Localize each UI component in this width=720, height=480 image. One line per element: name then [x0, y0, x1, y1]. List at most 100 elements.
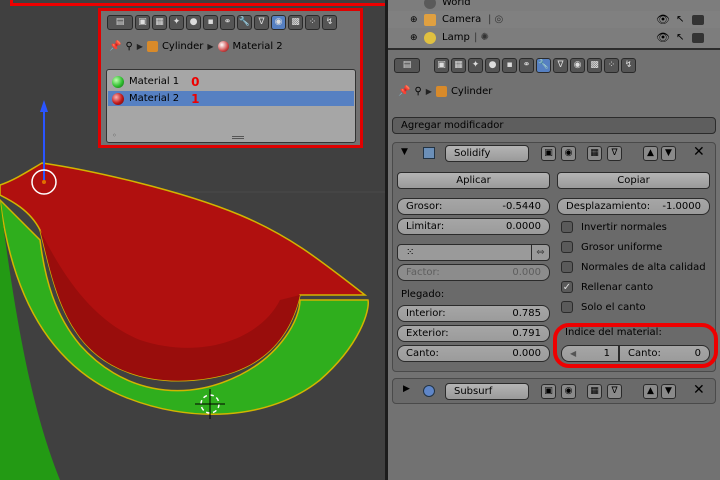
material-slot-list[interactable]: Material 1 0 Material 2 1 ◦ — [106, 69, 356, 143]
expand-icon[interactable]: ⊕ — [410, 33, 418, 43]
object-icon[interactable]: ▪ — [203, 15, 218, 30]
rim-label: Canto: — [406, 348, 439, 359]
even-thickness-label: Grosor uniforme — [581, 241, 663, 253]
constraints-icon[interactable]: ⚭ — [220, 15, 235, 30]
object-mesh-icon — [146, 41, 158, 52]
pin-icon[interactable]: 📌 — [398, 86, 410, 97]
eye-icon[interactable]: ◉ — [561, 384, 576, 399]
move-up-icon[interactable]: ▲ — [643, 384, 658, 399]
copy-button[interactable]: Copiar — [557, 172, 710, 189]
close-icon[interactable]: ✕ — [693, 144, 705, 160]
editmode-toggle-icon[interactable]: ▦ — [587, 146, 602, 161]
data-icon[interactable]: ∇ — [553, 57, 568, 73]
move-up-icon[interactable]: ▲ — [643, 146, 658, 161]
move-down-icon[interactable]: ▼ — [661, 384, 676, 399]
material-slot-index: 1 — [191, 91, 200, 106]
world-icon[interactable]: ● — [186, 15, 201, 30]
outer-crease-field[interactable]: Exterior: 0.791 — [397, 325, 550, 342]
rim-value: 0.000 — [512, 348, 541, 359]
eye-icon[interactable]: ◉ — [561, 146, 576, 161]
render-icon[interactable]: ▣ — [135, 15, 150, 30]
move-down-icon[interactable]: ▼ — [661, 146, 676, 161]
texture-icon[interactable]: ▩ — [587, 57, 602, 73]
thickness-field[interactable]: Grosor: -0.5440 — [397, 198, 550, 215]
editor-type-icon[interactable]: ▤ — [107, 15, 133, 30]
cursor-icon[interactable]: ↖ — [676, 14, 684, 25]
modifier-name-field[interactable]: Solidify — [445, 145, 529, 162]
add-modifier-dropdown[interactable]: Agregar modificador — [392, 117, 716, 134]
world-icon[interactable]: ● — [485, 57, 500, 73]
close-icon[interactable]: ✕ — [693, 382, 705, 398]
eye-icon[interactable]: 👁 — [656, 31, 670, 44]
cursor-icon[interactable]: ↖ — [676, 32, 684, 43]
outliner[interactable]: World ⊕ Camera | ◎ 👁 ↖ ⊕ Lamp | ✺ 👁 ↖ — [388, 0, 720, 50]
outliner-row[interactable]: ⊕ Camera | ◎ 👁 ↖ — [388, 11, 720, 28]
editor-type-icon[interactable]: ▤ — [394, 57, 420, 73]
physics-icon[interactable]: ↯ — [621, 57, 636, 73]
subsurf-icon — [423, 385, 435, 397]
inner-crease-field[interactable]: Interior: 0.785 — [397, 305, 550, 322]
modifiers-icon[interactable]: 🔧 — [237, 15, 252, 30]
object-icon[interactable]: ▪ — [502, 57, 517, 73]
scene-icon[interactable]: ✦ — [468, 57, 483, 73]
solidify-icon — [423, 147, 435, 159]
cage-toggle-icon[interactable]: ∇ — [607, 384, 622, 399]
particles-icon[interactable]: ⁘ — [305, 15, 320, 30]
collapse-arrow-icon[interactable]: ▼ — [401, 147, 408, 157]
render-toggle-icon[interactable]: ▣ — [541, 384, 556, 399]
list-grip-icon[interactable] — [232, 136, 244, 139]
render-camera-icon[interactable] — [692, 32, 704, 43]
factor-field[interactable]: Factor: 0.000 — [397, 264, 550, 281]
rim-crease-field[interactable]: Canto: 0.000 — [397, 345, 550, 362]
texture-icon[interactable]: ▩ — [288, 15, 303, 30]
outliner-row-label: Lamp — [442, 32, 470, 43]
only-rim-label: Solo el canto — [581, 301, 646, 313]
invert-arrows-icon[interactable]: ⇔ — [531, 244, 549, 261]
modifier-name-field[interactable]: Subsurf — [445, 383, 529, 400]
modifiers-icon[interactable]: 🔧 — [536, 57, 551, 73]
checkbox-box — [561, 221, 573, 233]
editmode-toggle-icon[interactable]: ▦ — [587, 384, 602, 399]
resize-dot-icon[interactable]: ◦ — [112, 131, 117, 140]
constraints-icon[interactable]: ⚭ — [519, 57, 534, 73]
camera-data-icon: | ◎ — [488, 14, 504, 25]
render-camera-icon[interactable] — [692, 14, 704, 25]
outer-value: 0.791 — [512, 328, 541, 339]
expand-arrow-icon[interactable]: ▶ — [403, 384, 410, 394]
vertex-group-field[interactable]: ⁙ ⇔ — [397, 244, 550, 261]
only-rim-checkbox[interactable]: Solo el canto — [561, 301, 646, 313]
hq-normals-checkbox[interactable]: Normales de alta calidad — [561, 261, 706, 273]
expand-icon[interactable]: ⊕ — [410, 15, 418, 25]
data-icon[interactable]: ∇ — [254, 15, 269, 30]
render-layers-icon[interactable]: ▦ — [152, 15, 167, 30]
render-icon[interactable]: ▣ — [434, 57, 449, 73]
material-slot-row[interactable]: Material 1 0 — [108, 74, 354, 89]
outliner-row[interactable]: ⊕ Lamp | ✺ 👁 ↖ — [388, 29, 720, 46]
scene-data-icon: ⚲ — [125, 41, 133, 52]
apply-button[interactable]: Aplicar — [397, 172, 550, 189]
3d-viewport[interactable]: ▤ ▣ ▦ ✦ ● ▪ ⚭ 🔧 ∇ ◉ ▩ ⁘ ↯ 📌 ⚲ ▶ Cylinder… — [0, 0, 385, 480]
even-thickness-checkbox[interactable]: Grosor uniforme — [561, 241, 662, 253]
cage-toggle-icon[interactable]: ∇ — [607, 146, 622, 161]
factor-label: Factor: — [406, 267, 440, 278]
scene-icon[interactable]: ✦ — [169, 15, 184, 30]
physics-icon[interactable]: ↯ — [322, 15, 337, 30]
material-panel: ▤ ▣ ▦ ✦ ● ▪ ⚭ 🔧 ∇ ◉ ▩ ⁘ ↯ 📌 ⚲ ▶ Cylinder… — [98, 8, 363, 148]
outliner-row[interactable]: World — [388, 0, 720, 11]
modifier-name: Solidify — [454, 148, 491, 159]
object-mesh-icon — [435, 86, 447, 97]
material-icon[interactable]: ◉ — [570, 57, 585, 73]
flip-normals-checkbox[interactable]: Invertir normales — [561, 221, 667, 233]
world-icon — [424, 0, 436, 9]
material-icon[interactable]: ◉ — [271, 15, 286, 30]
render-toggle-icon[interactable]: ▣ — [541, 146, 556, 161]
pin-icon[interactable]: 📌 — [109, 41, 121, 52]
render-layers-icon[interactable]: ▦ — [451, 57, 466, 73]
offset-label: Desplazamiento: — [566, 201, 651, 212]
clamp-field[interactable]: Limitar: 0.0000 — [397, 218, 550, 235]
fill-rim-checkbox[interactable]: ✓ Rellenar canto — [561, 281, 653, 293]
offset-field[interactable]: Desplazamiento: -1.0000 — [557, 198, 710, 215]
particles-icon[interactable]: ⁘ — [604, 57, 619, 73]
material-slot-row-selected[interactable]: Material 2 1 — [108, 91, 354, 106]
eye-icon[interactable]: 👁 — [656, 13, 670, 26]
